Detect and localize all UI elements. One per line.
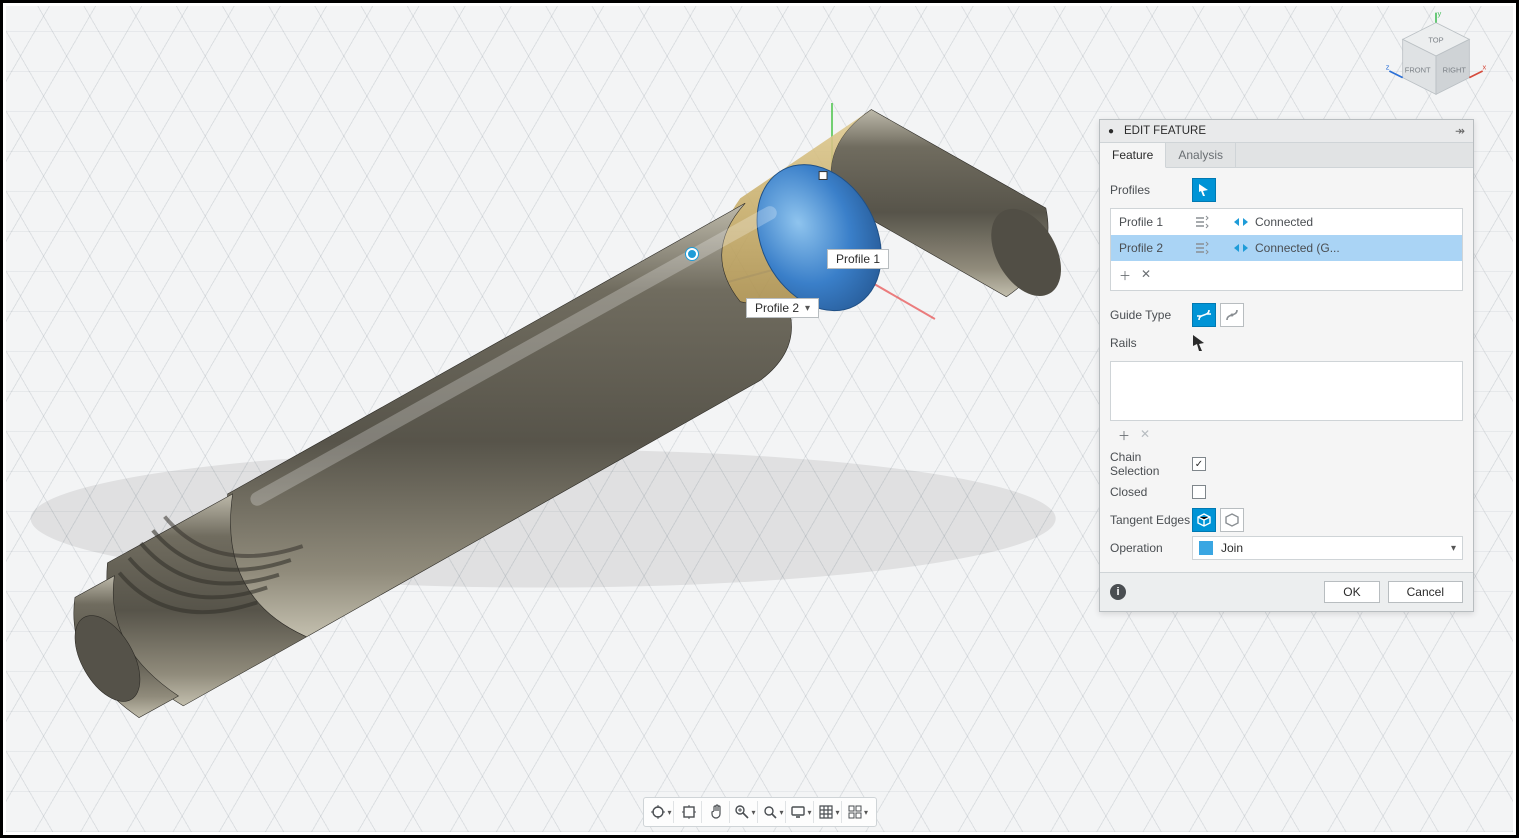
chevron-down-icon: ▾ — [805, 303, 810, 314]
orbit-button[interactable]: ▾ — [650, 801, 674, 823]
cube-solid-icon — [1196, 512, 1212, 528]
closed-checkbox[interactable] — [1192, 485, 1206, 499]
viewcube-right-label: RIGHT — [1443, 66, 1467, 75]
cancel-button[interactable]: Cancel — [1388, 581, 1463, 603]
guide-type-centerline-button[interactable] — [1220, 303, 1244, 327]
operation-select[interactable]: Join ▾ — [1192, 536, 1463, 560]
zoom-icon — [734, 804, 750, 820]
pin-icon[interactable]: ↠ — [1455, 124, 1465, 138]
guide-type-rails-button[interactable] — [1192, 303, 1216, 327]
add-rail-button[interactable]: ＋ — [1118, 427, 1130, 444]
profile-row-name: Profile 1 — [1119, 215, 1193, 229]
tangent-edges-label: Tangent Edges — [1110, 513, 1192, 527]
reorder-icon[interactable] — [1193, 215, 1233, 229]
viewports-button[interactable]: ▾ — [846, 801, 870, 823]
connected-icon — [1233, 242, 1249, 254]
profile-row-status: Connected (G... — [1255, 241, 1340, 255]
cube-outline-icon — [1224, 512, 1240, 528]
remove-rail-button: ✕ — [1140, 427, 1150, 444]
rails-selector-cursor-icon[interactable] — [1192, 334, 1206, 352]
profile-row-2[interactable]: Profile 2 Connected (G... — [1111, 235, 1462, 261]
pan-button[interactable] — [706, 801, 730, 823]
orbit-icon — [650, 804, 666, 820]
remove-profile-button[interactable]: ✕ — [1141, 267, 1151, 284]
axis-z-label: z — [1386, 62, 1390, 71]
guide-type-label: Guide Type — [1110, 308, 1192, 322]
look-at-button[interactable] — [678, 801, 702, 823]
info-icon[interactable]: i — [1110, 584, 1126, 600]
rails-label: Rails — [1110, 336, 1192, 350]
panel-footer: i OK Cancel — [1100, 572, 1473, 611]
profile1-chip[interactable]: Profile 1 — [827, 249, 889, 269]
panel-body: Profiles Profile 1 Connected — [1100, 168, 1473, 572]
profile2-chip-label: Profile 2 — [755, 301, 799, 315]
chain-selection-label: Chain Selection — [1110, 450, 1192, 478]
reorder-icon[interactable] — [1193, 241, 1233, 255]
tab-feature[interactable]: Feature — [1100, 143, 1166, 168]
rails-icon — [1196, 307, 1212, 323]
view-cube[interactable]: TOP FRONT RIGHT z x y — [1386, 11, 1486, 111]
rails-list[interactable] — [1110, 361, 1463, 421]
collapse-icon[interactable]: ● — [1108, 126, 1118, 137]
centerline-icon — [1224, 307, 1240, 323]
profile2-chip[interactable]: Profile 2 ▾ — [746, 298, 819, 318]
look-at-icon — [681, 804, 697, 820]
zoom-button[interactable]: ▾ — [734, 801, 758, 823]
ok-button[interactable]: OK — [1324, 581, 1379, 603]
tangent-edges-on-button[interactable] — [1192, 508, 1216, 532]
profiles-selector-button[interactable] — [1192, 178, 1216, 202]
fit-icon — [762, 804, 778, 820]
join-icon — [1199, 541, 1213, 555]
profiles-label: Profiles — [1110, 183, 1192, 197]
axis-x-label: x — [1482, 62, 1486, 71]
panel-tabs: Feature Analysis — [1100, 143, 1473, 168]
axis-y — [831, 103, 833, 183]
display-settings-icon — [790, 804, 806, 820]
profiles-list: Profile 1 Connected Profile 2 — [1110, 208, 1463, 291]
fit-button[interactable]: ▾ — [762, 801, 786, 823]
profile-row-status: Connected — [1255, 215, 1313, 229]
tab-analysis[interactable]: Analysis — [1166, 143, 1236, 167]
profile2-handle[interactable] — [686, 248, 698, 260]
profile1-chip-label: Profile 1 — [836, 252, 880, 266]
navigation-toolbar: ▾ ▾ ▾ ▾ ▾ ▾ — [643, 797, 877, 827]
tangent-edges-off-button[interactable] — [1220, 508, 1244, 532]
operation-value: Join — [1221, 541, 1243, 555]
viewports-icon — [847, 804, 863, 820]
operation-label: Operation — [1110, 541, 1192, 555]
display-settings-button[interactable]: ▾ — [790, 801, 814, 823]
viewcube-front-label: FRONT — [1405, 66, 1431, 75]
add-profile-button[interactable]: ＋ — [1119, 267, 1131, 284]
panel-titlebar[interactable]: ● EDIT FEATURE ↠ — [1100, 120, 1473, 143]
app-frame: Profile 1 Profile 2 ▾ TOP FRONT RIGHT z … — [0, 0, 1519, 838]
grid-display-icon — [818, 804, 834, 820]
chevron-down-icon: ▾ — [1451, 543, 1456, 554]
profile-row-name: Profile 2 — [1119, 241, 1193, 255]
chain-selection-checkbox[interactable] — [1192, 457, 1206, 471]
cursor-icon — [1197, 183, 1211, 197]
viewcube-top-label: TOP — [1428, 36, 1443, 45]
profile-row-1[interactable]: Profile 1 Connected — [1111, 209, 1462, 235]
panel-title-text: EDIT FEATURE — [1124, 125, 1206, 137]
edit-feature-panel: ● EDIT FEATURE ↠ Feature Analysis Profil… — [1099, 119, 1474, 612]
grid-display-button[interactable]: ▾ — [818, 801, 842, 823]
connected-icon — [1233, 216, 1249, 228]
axis-y-label: y — [1437, 11, 1441, 18]
closed-label: Closed — [1110, 485, 1192, 499]
pan-icon — [709, 804, 725, 820]
